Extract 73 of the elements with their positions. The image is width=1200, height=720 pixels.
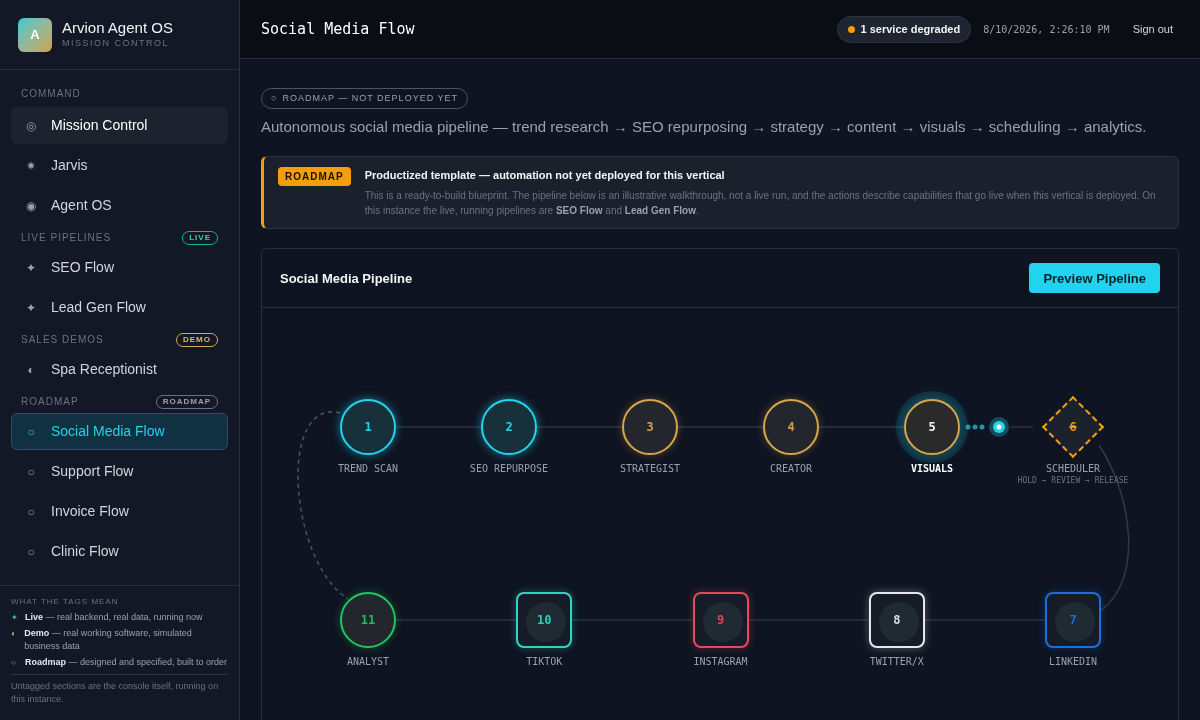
node-number: 10 xyxy=(537,612,552,630)
legend-text: Live — real backend, real data, running now xyxy=(25,611,203,624)
node-label: TIKTOK xyxy=(526,656,563,669)
legend-note: Untagged sections are the console itself, running on this instance. xyxy=(11,674,228,706)
panel-title: Social Media Pipeline xyxy=(280,269,413,288)
nav-icon: ✷ xyxy=(25,156,37,175)
preview-pipeline-button[interactable]: Preview Pipeline xyxy=(1029,263,1160,294)
node-label: INSTAGRAM xyxy=(693,656,748,669)
brand-subtitle: MISSION CONTROL xyxy=(62,36,170,50)
nav-item[interactable]: ○ Support Flow xyxy=(11,453,228,490)
chip-text: ROADMAP — NOT DEPLOYED YET xyxy=(282,92,458,105)
signal-pulse xyxy=(965,417,1009,438)
node-label: SCHEDULER xyxy=(1045,463,1101,476)
node-label: STRATEGIST xyxy=(619,463,681,476)
node-number: 1 xyxy=(364,419,372,437)
nav-item[interactable]: ◐ Spa Receptionist xyxy=(11,351,228,388)
circle-icon: ○ xyxy=(271,92,278,106)
nav-icon: ○ xyxy=(25,422,37,441)
nav-icon: ◐ xyxy=(25,360,37,379)
nav-icon: ○ xyxy=(25,462,37,481)
nav-icon: ◉ xyxy=(25,196,37,215)
square-node[interactable]: 10 xyxy=(516,592,573,649)
section-heading: ROADMAP xyxy=(21,395,79,409)
nav-item[interactable]: ○ Social Media Flow xyxy=(11,413,228,450)
node-number: 9 xyxy=(716,612,725,630)
notice-body: This is a ready-to-build blueprint. The pipeline below is an illustrative walkthrough, not a live run, and the actions describe capabilities that go live when this vertical is deployed. On this instance the live, running pipelines are SEO Flow and Lead Gen Flow. xyxy=(364,189,1157,219)
node-number: 3 xyxy=(646,419,654,437)
node-label: VISUALS xyxy=(910,463,954,476)
legend-title: WHAT THE TAGS MEAN xyxy=(11,596,120,608)
nav-item[interactable]: ✦ Lead Gen Flow xyxy=(11,289,228,326)
legend-text: Roadmap — designed and specified, built to order xyxy=(25,656,228,669)
node-label: TWITTER/X xyxy=(869,656,924,669)
node-label: SEO REPURPOSE xyxy=(469,463,549,476)
node-number: 2 xyxy=(505,419,513,437)
node-label: TREND SCAN xyxy=(337,463,399,476)
status-text: 1 service degraded xyxy=(860,21,961,37)
nav-item[interactable]: ◉ Agent OS xyxy=(11,187,228,224)
node-number: 8 xyxy=(893,612,901,630)
node-number: 5 xyxy=(928,419,936,437)
node-number: 11 xyxy=(360,612,376,630)
nav-item[interactable]: ✷ Jarvis xyxy=(11,147,228,184)
nav-icon: ○ xyxy=(25,502,37,521)
node-number: 4 xyxy=(787,419,795,437)
node-number: 6 xyxy=(1069,419,1077,437)
section-heading: COMMAND xyxy=(21,87,81,101)
sign-out-link[interactable]: Sign out xyxy=(1132,20,1173,38)
nav-item[interactable]: ○ Invoice Flow xyxy=(11,493,228,530)
legend-text: Demo — real working software, simulated business data xyxy=(24,627,193,653)
square-node[interactable]: 8 xyxy=(868,592,925,649)
legend-icon: ○ xyxy=(11,656,19,669)
section-heading: SALES DEMOS xyxy=(21,333,104,347)
timestamp: 8/10/2026, 2:26:10 PM xyxy=(983,22,1110,37)
nav-icon: ◎ xyxy=(25,116,37,135)
nav-item[interactable]: ✦ SEO Flow xyxy=(11,249,228,286)
node-number: 7 xyxy=(1069,612,1077,630)
node-label: ANALYST xyxy=(346,656,390,669)
nav-item[interactable]: ○ Clinic Flow xyxy=(11,533,228,570)
brand-name: Arvion Agent OS xyxy=(62,18,173,37)
node-sublabel: HOLD → REVIEW → RELEASE xyxy=(1017,475,1129,488)
description: Autonomous social media pipeline — trend research → SEO repurposing → strategy → content → visuals → scheduling → analytics. xyxy=(261,117,1148,138)
brand-logo: A xyxy=(18,17,52,52)
nav-icon: ○ xyxy=(25,542,37,561)
nav-item[interactable]: ◎ Mission Control xyxy=(11,107,228,144)
roadmap-badge: ROADMAP xyxy=(278,166,351,186)
notice-title: Productized template — automation not yet deployed for this vertical xyxy=(364,167,726,183)
nav-icon: ✦ xyxy=(25,258,37,277)
section-heading: LIVE PIPELINES xyxy=(21,231,112,245)
legend-icon: ◐ xyxy=(11,627,19,653)
node-label: LINKEDIN xyxy=(1048,656,1098,669)
node-label: CREATOR xyxy=(769,463,813,476)
legend-icon: ✦ xyxy=(11,611,19,624)
nav-icon: ✦ xyxy=(25,298,37,317)
page-title: Social Media Flow xyxy=(261,18,415,40)
